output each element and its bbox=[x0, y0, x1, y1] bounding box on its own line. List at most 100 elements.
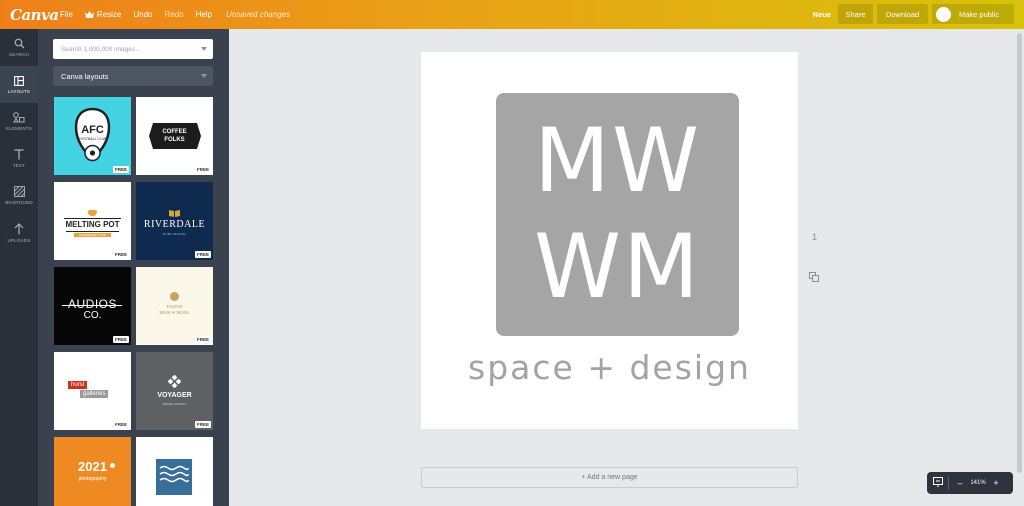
tile-afc-subtitle: FOOTBALL CLUB bbox=[78, 137, 107, 141]
vertical-scrollbar[interactable] bbox=[1017, 33, 1022, 473]
tagline-text[interactable]: space + design bbox=[421, 348, 798, 387]
emblem-icon bbox=[170, 292, 179, 301]
crown-icon bbox=[84, 11, 94, 18]
rail-uploads-label: UPLOADS bbox=[7, 237, 31, 243]
menu-bar: File Resize Undo Redo Help Unsaved chang… bbox=[60, 10, 290, 19]
free-badge: FREE bbox=[194, 251, 211, 258]
zoom-control: – 141% + bbox=[927, 472, 1013, 494]
layouts-panel: Search 1,000,000 images... Canva layouts… bbox=[38, 29, 229, 506]
divider bbox=[64, 218, 121, 219]
free-badge: FREE bbox=[194, 421, 211, 428]
rail-uploads[interactable]: UPLOADS bbox=[0, 214, 38, 251]
tile-school-line1: EASTON bbox=[166, 304, 183, 309]
dot-icon bbox=[110, 463, 115, 468]
layout-tile-voyager[interactable]: VOYAGER TRAVEL AGENCY FREE bbox=[136, 352, 213, 430]
compass-icon bbox=[168, 375, 181, 388]
tile-coffee-line2: FOLKS bbox=[164, 137, 185, 143]
background-icon bbox=[13, 186, 25, 197]
divider bbox=[66, 231, 119, 232]
free-badge: FREE bbox=[112, 336, 129, 343]
top-actions: Neue Share Download Make public bbox=[813, 4, 1014, 24]
rail-elements-label: ELEMENTS bbox=[6, 126, 32, 131]
rail-search-label: SEARCH bbox=[9, 52, 29, 57]
tile-year-title: 2021 bbox=[78, 459, 107, 474]
layout-tile-waves[interactable] bbox=[136, 437, 213, 506]
canva-logo[interactable]: Canva bbox=[10, 6, 59, 24]
share-button[interactable]: Share bbox=[838, 4, 873, 24]
copy-page-icon[interactable] bbox=[809, 270, 820, 288]
make-public-button[interactable]: Make public bbox=[932, 4, 1014, 24]
left-rail: SEARCH LAYOUTS ELEMENTS TEXT BKGROUND UP… bbox=[0, 29, 38, 506]
rail-layouts-label: LAYOUTS bbox=[7, 88, 31, 94]
tile-audios-line2: CO. bbox=[83, 310, 102, 321]
chevron-down-icon bbox=[201, 47, 207, 51]
neue-label[interactable]: Neue bbox=[813, 10, 831, 19]
unsaved-status: Unsaved changes bbox=[226, 10, 291, 19]
rail-search[interactable]: SEARCH bbox=[0, 29, 38, 66]
resize-menu[interactable]: Resize bbox=[84, 10, 122, 19]
strike-line bbox=[62, 305, 122, 306]
rail-background-label: BKGROUND bbox=[5, 200, 33, 205]
elements-icon bbox=[13, 112, 25, 123]
make-public-label: Make public bbox=[959, 9, 1000, 19]
upload-icon bbox=[14, 222, 24, 234]
layout-tile-2021-photography[interactable]: 2021 photography bbox=[54, 437, 131, 506]
layout-tile-high-school[interactable]: EASTON HIGH SCHOOL FREE bbox=[136, 267, 213, 345]
tile-voyager-subtitle: TRAVEL AGENCY bbox=[162, 402, 187, 406]
layout-tile-riverdale[interactable]: RIVERDALE PUBLISHING FREE bbox=[136, 182, 213, 260]
tile-melting-subtitle: HOMEMADE FOOD bbox=[74, 233, 111, 237]
badge-shape-icon bbox=[149, 123, 201, 149]
tile-melting-title: MELTING POT bbox=[65, 220, 120, 229]
crest-icon bbox=[74, 107, 111, 162]
tile-coffee-line1: COFFEE bbox=[162, 129, 187, 135]
search-placeholder: Search 1,000,000 images... bbox=[61, 45, 141, 53]
rail-background[interactable]: BKGROUND bbox=[0, 177, 38, 214]
redo-button[interactable]: Redo bbox=[164, 10, 183, 19]
image-search-input[interactable]: Search 1,000,000 images... bbox=[53, 39, 213, 59]
logo-letters: MW WM bbox=[496, 93, 739, 315]
tile-audios-line1: AUDIOS bbox=[67, 297, 117, 311]
help-menu[interactable]: Help bbox=[196, 10, 212, 19]
pot-icon bbox=[88, 210, 97, 216]
page-number: 1 bbox=[812, 232, 818, 242]
layout-tile-audios[interactable]: AUDIOS CO. FREE bbox=[54, 267, 131, 345]
zoom-out-button[interactable]: – bbox=[954, 478, 966, 488]
layout-tile-melting-pot[interactable]: MELTING POT HOMEMADE FOOD FREE bbox=[54, 182, 131, 260]
layout-select-value: Canva layouts bbox=[61, 71, 109, 81]
rail-text[interactable]: TEXT bbox=[0, 140, 38, 177]
free-badge: FREE bbox=[112, 166, 129, 173]
layout-tile-hurst-galleries[interactable]: hurst galleries FREE bbox=[54, 352, 131, 430]
file-menu[interactable]: File bbox=[60, 10, 73, 19]
logo-line-2: WM bbox=[534, 215, 701, 318]
layout-tile-afc[interactable]: AFC FOOTBALL CLUB FREE bbox=[54, 97, 131, 175]
zoom-in-button[interactable]: + bbox=[990, 478, 1002, 488]
top-bar: Canva File Resize Undo Redo Help Unsaved… bbox=[0, 0, 1024, 29]
tile-afc-title: AFC bbox=[81, 124, 104, 136]
tile-hurst-line2: galleries bbox=[80, 390, 109, 398]
design-page[interactable]: MW WM space + design bbox=[421, 52, 798, 429]
tile-year-subtitle: photography bbox=[78, 476, 107, 482]
zoom-level: 141% bbox=[970, 480, 986, 486]
tile-riverdale-subtitle: PUBLISHING bbox=[162, 232, 187, 236]
download-button[interactable]: Download bbox=[877, 4, 928, 24]
rail-layouts[interactable]: LAYOUTS bbox=[0, 66, 38, 103]
chevron-down-icon bbox=[201, 74, 207, 78]
waves-icon bbox=[156, 459, 192, 495]
search-icon bbox=[14, 38, 24, 49]
zoom-separator bbox=[948, 476, 949, 490]
add-page-button[interactable]: + Add a new page bbox=[421, 467, 798, 488]
resize-label: Resize bbox=[96, 10, 122, 19]
logo-box[interactable]: MW WM bbox=[496, 93, 739, 336]
tile-riverdale-title: RIVERDALE bbox=[143, 219, 206, 230]
layout-type-select[interactable]: Canva layouts bbox=[53, 66, 213, 86]
book-icon bbox=[169, 210, 180, 217]
tile-hurst-line1: hurst bbox=[68, 381, 88, 389]
rail-text-label: TEXT bbox=[12, 163, 26, 168]
undo-button[interactable]: Undo bbox=[133, 10, 152, 19]
free-badge: FREE bbox=[112, 421, 129, 428]
rail-elements[interactable]: ELEMENTS bbox=[0, 103, 38, 140]
layout-tile-coffee-folks[interactable]: COFFEE FOLKS FREE bbox=[136, 97, 213, 175]
free-badge: FREE bbox=[194, 336, 211, 343]
present-icon[interactable] bbox=[933, 477, 943, 489]
logo-line-1: MW bbox=[534, 109, 701, 212]
